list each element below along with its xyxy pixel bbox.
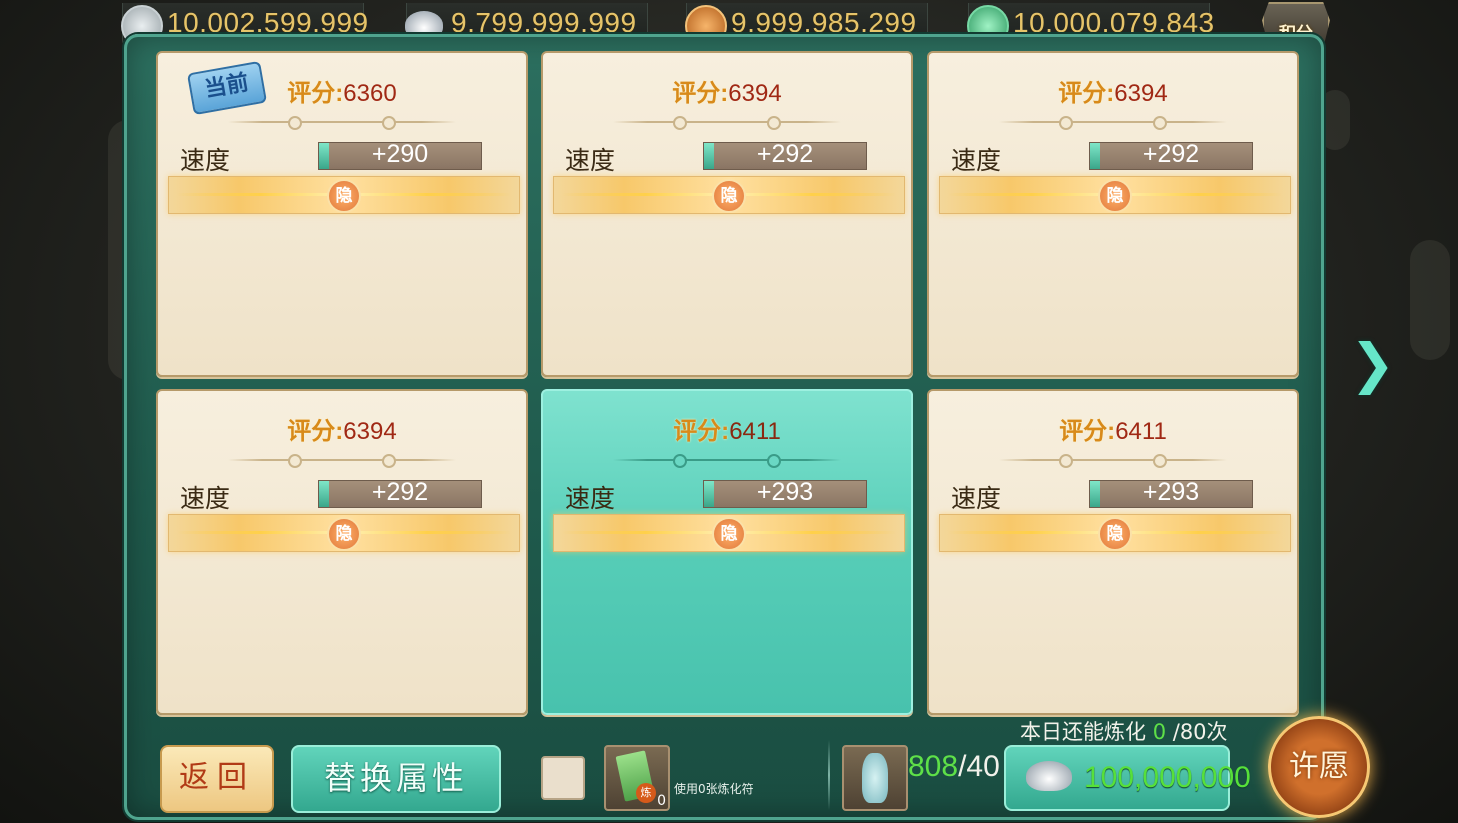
card-score: 评分:6411 xyxy=(929,411,1297,446)
stat-value: +292 xyxy=(371,478,429,506)
stat-bar: +292 xyxy=(1089,140,1253,170)
vase-item-slot[interactable] xyxy=(842,745,908,811)
stat-value: +293 xyxy=(756,478,814,506)
score-value: 6360 xyxy=(343,80,397,107)
card-divider xyxy=(999,116,1227,130)
stat-name: 速度 xyxy=(951,484,1002,513)
stat-bar: +293 xyxy=(1089,478,1253,508)
score-value: 6394 xyxy=(1114,80,1168,107)
background-decor xyxy=(1410,240,1450,360)
daily-suffix: /80次 xyxy=(1166,720,1228,744)
hidden-badge: 隐 xyxy=(327,179,361,213)
attribute-card[interactable]: 当前 评分:6360 速度 +290 隐 xyxy=(156,51,528,377)
hidden-badge: 隐 xyxy=(1098,517,1132,551)
back-button[interactable]: 返回 xyxy=(160,745,274,813)
stat-bar: +290 xyxy=(318,140,482,170)
daily-prefix: 本日还能炼化 xyxy=(1020,720,1153,744)
stat-name: 速度 xyxy=(180,484,231,513)
stat-name: 速度 xyxy=(565,146,616,175)
silver-ingot-icon xyxy=(1026,761,1072,791)
stat-name: 速度 xyxy=(180,146,231,175)
card-divider xyxy=(228,454,456,468)
vase-have: 808 xyxy=(908,750,959,783)
stat-value: +292 xyxy=(756,140,814,168)
stat-value: +290 xyxy=(371,140,429,168)
stat-bar: +293 xyxy=(703,478,867,508)
score-label: 评分: xyxy=(673,418,730,445)
daily-remaining: 0 xyxy=(1152,720,1167,744)
stat-name: 速度 xyxy=(565,484,616,513)
wish-button[interactable]: 许愿 xyxy=(1268,716,1370,818)
card-divider xyxy=(613,454,841,468)
background-decor xyxy=(1320,90,1350,150)
score-value: 6394 xyxy=(728,80,782,107)
refine-talisman-slot[interactable]: 炼 0 xyxy=(604,745,670,811)
score-label: 评分: xyxy=(1059,418,1116,445)
score-label: 评分: xyxy=(672,80,729,107)
hidden-attribute-bar: 隐 xyxy=(553,176,905,214)
attribute-card[interactable]: 评分:6411 速度 +293 隐 xyxy=(541,389,913,715)
score-value: 6394 xyxy=(343,418,397,445)
stat-bar: +292 xyxy=(703,140,867,170)
cost-amount: 100,000,000 xyxy=(1084,761,1251,794)
replace-attributes-button[interactable]: 替换属性 xyxy=(291,745,501,813)
vase-need: /40 xyxy=(958,750,1000,783)
score-value: 6411 xyxy=(1115,418,1167,445)
attribute-card[interactable]: 评分:6394 速度 +292 隐 xyxy=(541,51,913,377)
card-divider xyxy=(613,116,841,130)
daily-refine-remaining: 本日还能炼化 0 /80次 xyxy=(1020,716,1228,746)
use-talisman-checkbox[interactable] xyxy=(541,756,585,800)
next-page-arrow-icon[interactable]: ❯ xyxy=(1350,336,1395,392)
score-label: 评分: xyxy=(287,80,344,107)
hidden-badge: 隐 xyxy=(712,517,746,551)
attribute-card[interactable]: 评分:6394 速度 +292 隐 xyxy=(927,51,1299,377)
hidden-badge: 隐 xyxy=(327,517,361,551)
hidden-attribute-bar: 隐 xyxy=(168,514,520,552)
card-score: 评分:6394 xyxy=(543,73,911,108)
hidden-attribute-bar: 隐 xyxy=(939,514,1291,552)
score-label: 评分: xyxy=(287,418,344,445)
hidden-badge: 隐 xyxy=(712,179,746,213)
stat-value: +292 xyxy=(1142,140,1200,168)
talisman-seal: 炼 xyxy=(636,783,656,803)
card-score: 评分:6360 xyxy=(158,73,526,108)
card-divider xyxy=(999,454,1227,468)
hidden-attribute-bar: 隐 xyxy=(168,176,520,214)
card-score: 评分:6394 xyxy=(929,73,1297,108)
attribute-card[interactable]: 评分:6394 速度 +292 隐 xyxy=(156,389,528,715)
use-talisman-text: 使用0张炼化符 xyxy=(674,782,754,796)
talisman-count: 0 xyxy=(657,793,666,809)
divider xyxy=(828,740,830,810)
refine-cost-button[interactable]: 100,000,000 xyxy=(1004,745,1251,811)
card-score: 评分:6411 xyxy=(543,411,911,446)
attribute-card[interactable]: 评分:6411 速度 +293 隐 xyxy=(927,389,1299,715)
stat-name: 速度 xyxy=(951,146,1002,175)
score-label: 评分: xyxy=(1058,80,1115,107)
stat-value: +293 xyxy=(1142,478,1200,506)
score-value: 6411 xyxy=(729,418,781,445)
vase-icon xyxy=(862,753,888,803)
stat-bar: +292 xyxy=(318,478,482,508)
hidden-badge: 隐 xyxy=(1098,179,1132,213)
vase-count: 808/40 xyxy=(908,750,1000,784)
card-score: 评分:6394 xyxy=(158,411,526,446)
card-divider xyxy=(228,116,456,130)
hidden-attribute-bar: 隐 xyxy=(939,176,1291,214)
hidden-attribute-bar: 隐 xyxy=(553,514,905,552)
